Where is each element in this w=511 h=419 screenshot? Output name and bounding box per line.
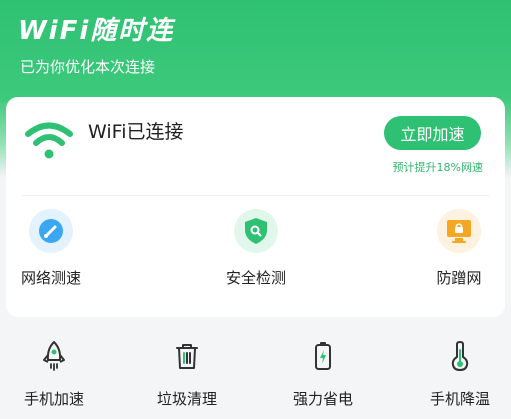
speed-up-button[interactable]: 立即加速 (384, 116, 481, 150)
card-divider (22, 195, 489, 196)
wifi-icon (25, 122, 73, 159)
feature-label: 防蹭网 (436, 269, 482, 287)
feature-label: 安全检测 (225, 269, 286, 287)
tool-label: 手机加速 (23, 390, 84, 408)
rocket-icon (43, 341, 65, 371)
speed-hint-text: 预计提升18%网速 (392, 161, 483, 174)
wifi-status-text: WiFi已连接 (88, 121, 184, 143)
tools-row: 手机加速 垃圾清理 强力省电 手机降温 (0, 330, 511, 419)
speedometer-icon (29, 209, 73, 253)
monitor-lock-icon (437, 209, 481, 253)
feature-label: 网络测速 (20, 269, 81, 287)
tool-power-save[interactable]: 强力省电 (268, 330, 378, 419)
shield-icon (234, 209, 278, 253)
feature-speed-test[interactable]: 网络测速 (6, 207, 96, 297)
tool-junk-clean[interactable]: 垃圾清理 (132, 330, 242, 419)
tool-label: 手机降温 (429, 390, 490, 408)
tool-label: 垃圾清理 (156, 390, 217, 408)
thermometer-icon (451, 341, 469, 371)
battery-icon (315, 342, 331, 370)
tool-phone-boost[interactable]: 手机加速 (0, 330, 109, 419)
feature-security-check[interactable]: 安全检测 (211, 207, 301, 297)
trash-icon (176, 344, 198, 369)
feature-anti-freeload[interactable]: 防蹭网 (414, 207, 504, 297)
app-subtitle: 已为你优化本次连接 (20, 58, 156, 76)
tool-phone-cool[interactable]: 手机降温 (405, 330, 511, 419)
app-title: WiFi随时连 (18, 16, 175, 46)
wifi-card: WiFi已连接 立即加速 预计提升18%网速 网络测速 安全检测 防蹭网 (6, 97, 505, 317)
tool-label: 强力省电 (292, 390, 353, 408)
